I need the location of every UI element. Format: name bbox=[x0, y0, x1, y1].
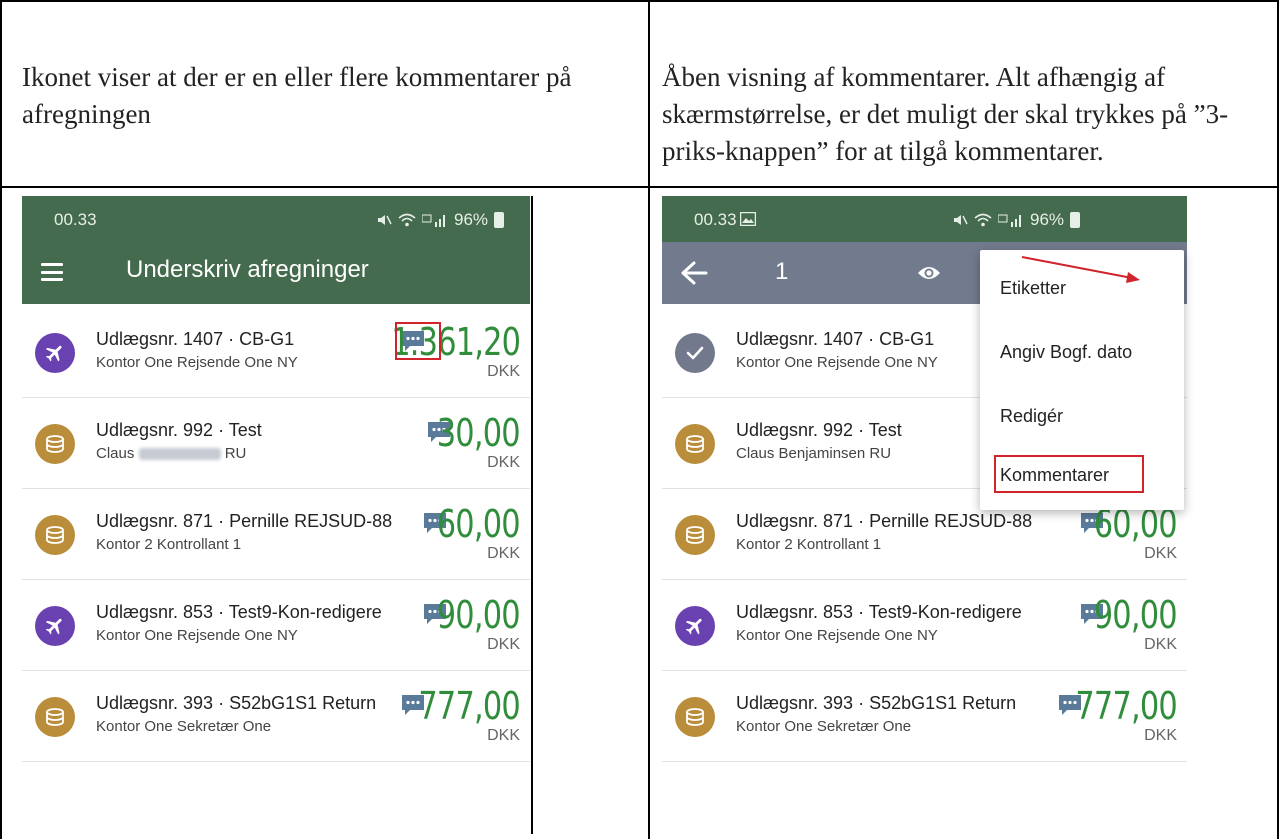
document-table: Ikonet viser at der er en eller flere ko… bbox=[0, 0, 1279, 839]
annotation-arrow bbox=[1021, 256, 1140, 283]
